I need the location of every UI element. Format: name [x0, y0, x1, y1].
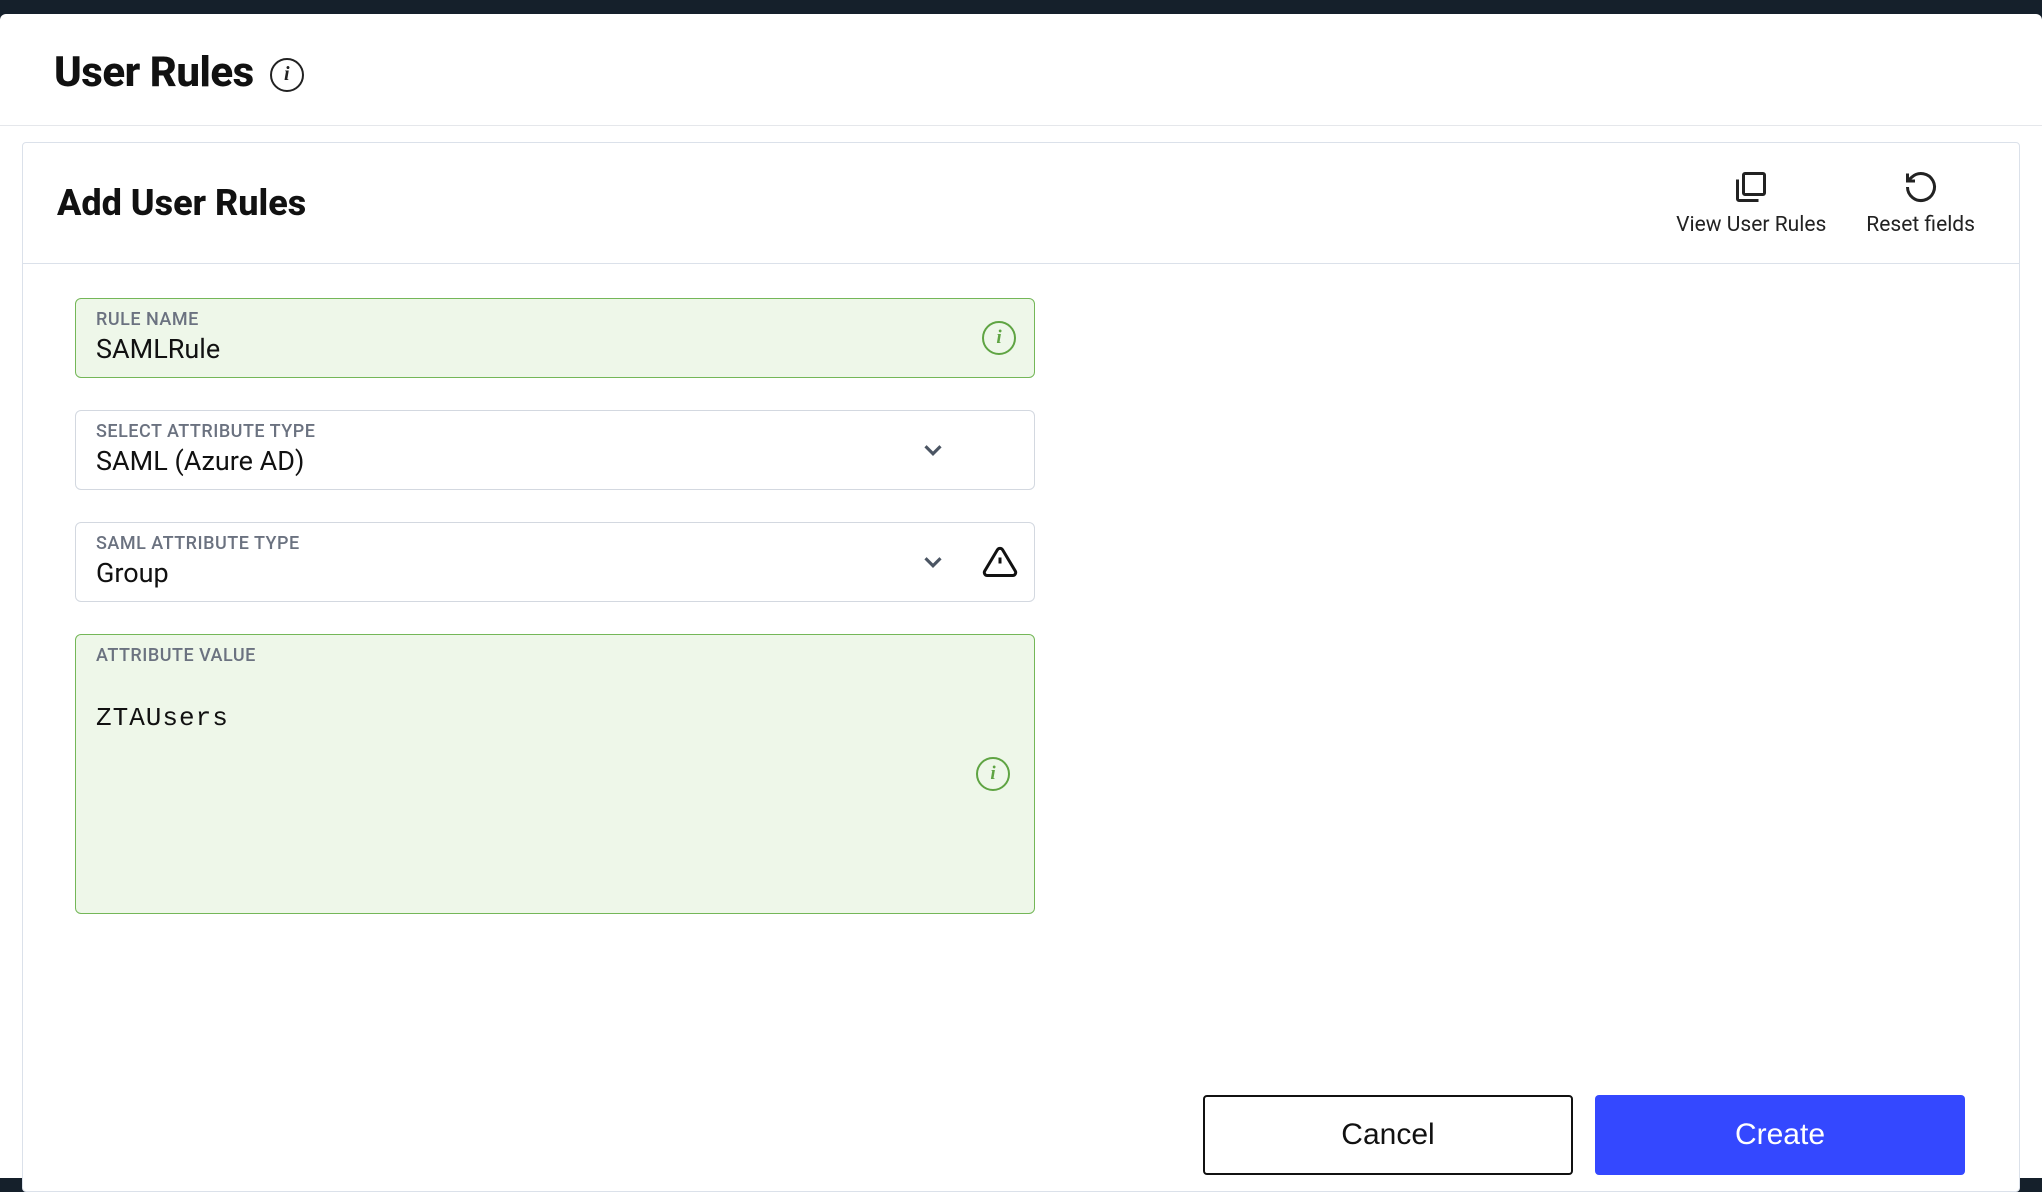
warning-icon: [982, 544, 1018, 580]
card-title: Add User Rules: [57, 182, 306, 224]
saml-attribute-type-select[interactable]: SAML ATTRIBUTE TYPE Group: [75, 522, 1035, 602]
reset-icon: [1903, 169, 1939, 205]
attribute-value-label: ATTRIBUTE VALUE: [96, 645, 1014, 666]
rule-name-label: RULE NAME: [96, 309, 1014, 330]
valid-info-icon: i: [976, 757, 1010, 791]
info-icon[interactable]: i: [270, 58, 304, 92]
add-user-rules-card: Add User Rules View User Rules Reset fie…: [22, 142, 2020, 1192]
attribute-type-select[interactable]: SELECT ATTRIBUTE TYPE SAML (Azure AD): [75, 410, 1035, 490]
rule-name-field[interactable]: RULE NAME SAMLRule i: [75, 298, 1035, 378]
footer-actions: Cancel Create: [1203, 1095, 1965, 1175]
reset-fields-button[interactable]: Reset fields: [1866, 169, 1975, 237]
saml-attribute-type-value: Group: [96, 556, 1014, 591]
create-button[interactable]: Create: [1595, 1095, 1965, 1175]
attribute-type-label: SELECT ATTRIBUTE TYPE: [96, 421, 1014, 442]
chevron-down-icon: [918, 435, 948, 465]
page-header: User Rules i: [0, 14, 2042, 126]
form-area: RULE NAME SAMLRule i SELECT ATTRIBUTE TY…: [23, 264, 2019, 980]
attribute-value-field[interactable]: ATTRIBUTE VALUE ZTAUsers i: [75, 634, 1035, 914]
saml-attribute-type-label: SAML ATTRIBUTE TYPE: [96, 533, 1014, 554]
reset-fields-label: Reset fields: [1866, 213, 1975, 237]
attribute-value-value: ZTAUsers: [96, 702, 1014, 736]
stack-icon: [1733, 169, 1769, 205]
chevron-down-icon: [918, 547, 948, 577]
cancel-button[interactable]: Cancel: [1203, 1095, 1573, 1175]
attribute-type-value: SAML (Azure AD): [96, 444, 1014, 479]
view-user-rules-button[interactable]: View User Rules: [1676, 169, 1826, 237]
card-header: Add User Rules View User Rules Reset fie…: [23, 143, 2019, 264]
page-container: User Rules i Add User Rules View User Ru…: [0, 14, 2042, 1178]
valid-info-icon: i: [982, 321, 1016, 355]
page-title: User Rules: [54, 48, 254, 97]
view-user-rules-label: View User Rules: [1676, 213, 1826, 237]
card-actions: View User Rules Reset fields: [1676, 169, 1985, 237]
rule-name-value: SAMLRule: [96, 332, 1014, 367]
